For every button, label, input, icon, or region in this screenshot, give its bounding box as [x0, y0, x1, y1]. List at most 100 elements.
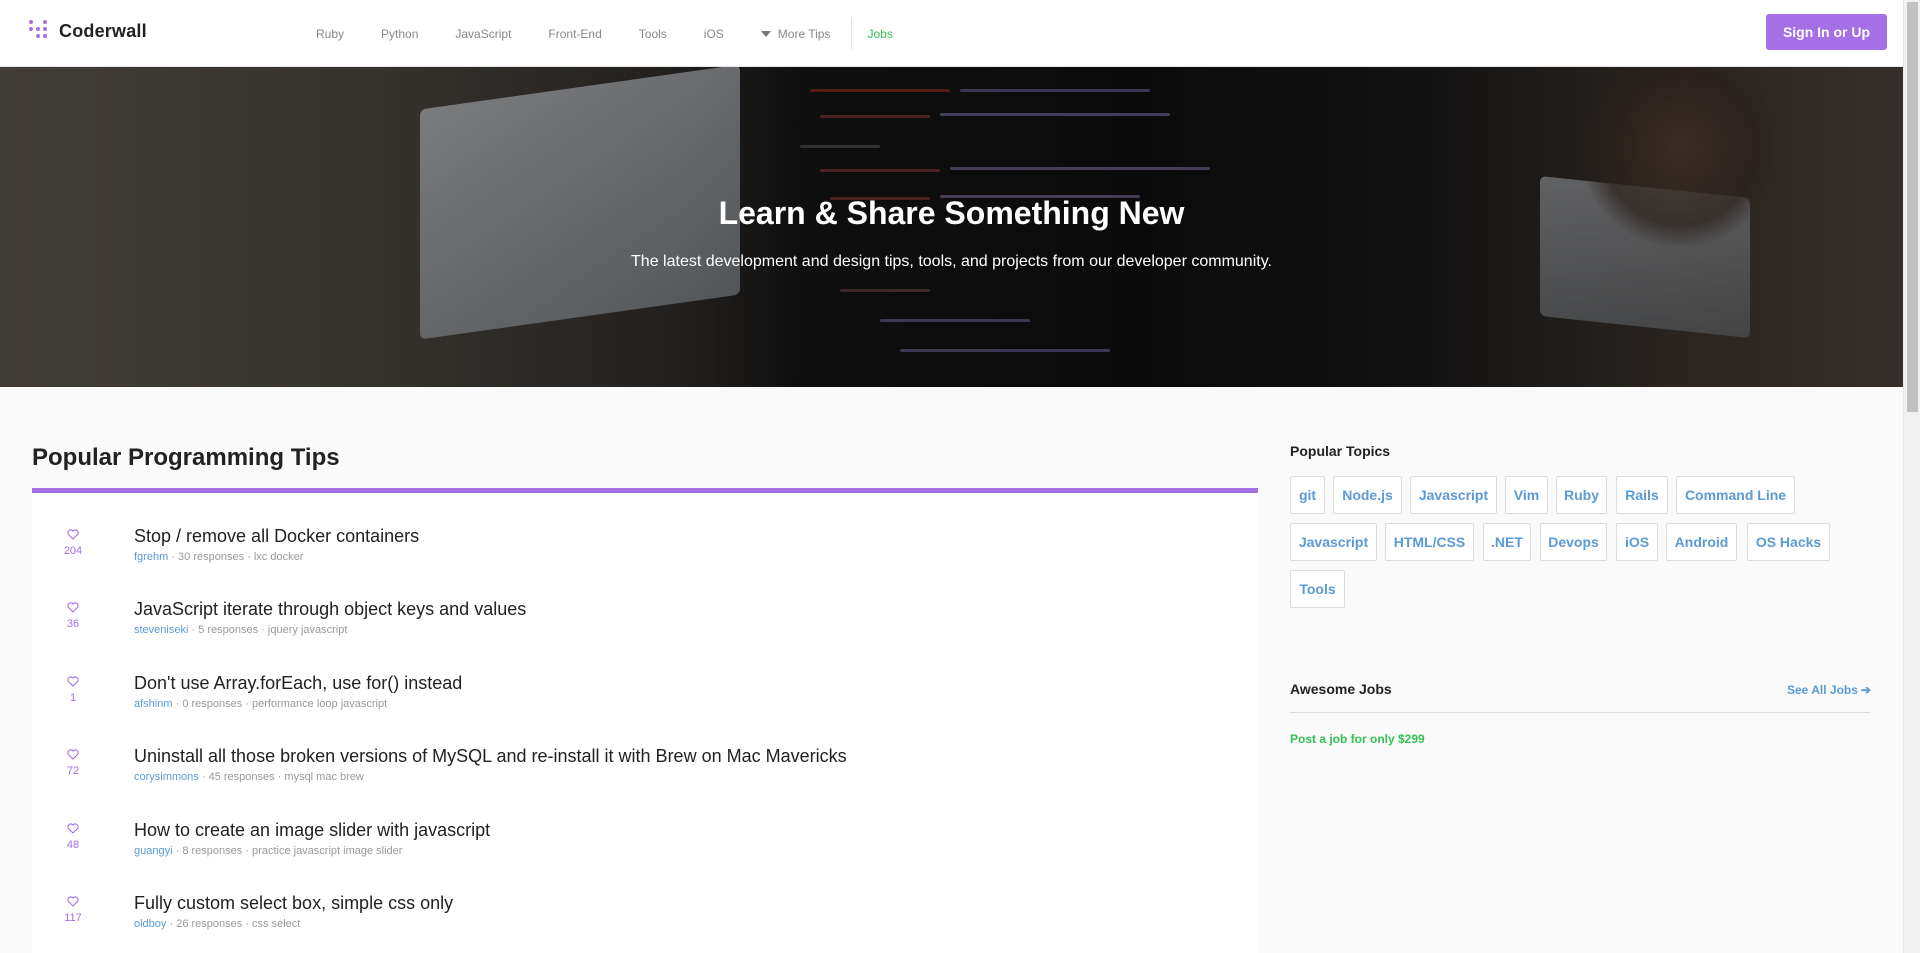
topic-tag-vim[interactable]: Vim: [1505, 476, 1548, 514]
nav-tools[interactable]: Tools: [639, 27, 667, 41]
tip-responses: 8 responses: [182, 845, 243, 857]
jobs-divider: [1290, 712, 1870, 713]
heart-icon: [67, 529, 79, 540]
tip-author[interactable]: fgrehm: [134, 551, 168, 563]
tip-responses: 0 responses: [182, 698, 243, 710]
tip-responses: 30 responses: [178, 551, 245, 563]
tip-tags: lxc docker: [253, 551, 304, 563]
tip-title[interactable]: Uninstall all those broken versions of M…: [134, 746, 847, 767]
vote-count: 117: [64, 912, 82, 924]
tip-tags: jquery javascript: [267, 624, 348, 636]
heart-icon: [67, 676, 79, 687]
vote-widget[interactable]: 36: [60, 602, 86, 630]
tip-responses: 26 responses: [176, 918, 243, 930]
logo-text: Coderwall: [59, 20, 147, 41]
topic-tag-android[interactable]: Android: [1666, 523, 1737, 561]
tip-author[interactable]: guangyi: [134, 845, 173, 857]
tip-item: 48 How to create an image slider with ja…: [32, 820, 1258, 883]
logo[interactable]: Coderwall: [29, 20, 147, 42]
tip-tags: practice javascript image slider: [252, 845, 403, 857]
topic-tag-javascript[interactable]: Javascript: [1410, 476, 1497, 514]
popular-topics-title: Popular Topics: [1290, 443, 1391, 459]
topic-tag-command-line[interactable]: Command Line: [1676, 476, 1795, 514]
vote-count: 204: [63, 545, 83, 557]
vote-widget[interactable]: 72: [60, 749, 86, 777]
arrow-right-icon: ➔: [1860, 683, 1871, 697]
topic-tag-tools[interactable]: Tools: [1290, 570, 1345, 608]
tip-author[interactable]: oldboy: [134, 918, 166, 930]
vote-widget[interactable]: 117: [60, 896, 86, 924]
hero-banner: Learn & Share Something New The latest d…: [0, 67, 1903, 387]
tip-tags: css select: [252, 918, 301, 930]
vote-count: 48: [66, 839, 80, 851]
tip-list: 204 Stop / remove all Docker containers …: [32, 493, 1258, 953]
tip-title[interactable]: Stop / remove all Docker containers: [134, 526, 419, 547]
tip-title[interactable]: JavaScript iterate through object keys a…: [134, 599, 526, 620]
sign-in-button[interactable]: Sign In or Up: [1766, 14, 1887, 50]
heart-icon: [67, 749, 79, 760]
tip-responses: 45 responses: [208, 771, 275, 783]
topic-tag-ruby[interactable]: Ruby: [1556, 476, 1607, 514]
nav-more-tips[interactable]: More Tips: [760, 26, 831, 41]
hero-title: Learn & Share Something New: [718, 195, 1185, 231]
logo-dots-icon: [29, 20, 51, 42]
topic-tag-git[interactable]: git: [1290, 476, 1325, 514]
vote-widget[interactable]: 1: [60, 676, 86, 704]
topic-tag-javascript-2[interactable]: Javascript: [1290, 523, 1377, 561]
tip-meta: corysimmons · 45 responses · mysql mac b…: [134, 771, 364, 783]
top-header: Coderwall Ruby Python JavaScript Front-E…: [0, 0, 1903, 67]
vote-count: 1: [69, 692, 77, 704]
vote-count: 72: [66, 765, 80, 777]
post-job-link[interactable]: Post a job for only $299: [1290, 732, 1425, 746]
topic-tag-ios[interactable]: iOS: [1616, 523, 1658, 561]
topic-tag-rails[interactable]: Rails: [1616, 476, 1668, 514]
heart-icon: [67, 823, 79, 834]
nav-python[interactable]: Python: [381, 27, 418, 41]
tip-tags: performance loop javascript: [252, 698, 388, 710]
scrollbar-thumb[interactable]: [1907, 2, 1918, 412]
tip-item: 1 Don't use Array.forEach, use for() ins…: [32, 673, 1258, 736]
vote-widget[interactable]: 48: [60, 823, 86, 851]
topic-tag-html-css[interactable]: HTML/CSS: [1385, 523, 1474, 561]
more-tips-label: More Tips: [777, 26, 831, 41]
main-nav: Ruby Python JavaScript Front-End Tools i…: [316, 0, 930, 67]
hero-subtitle: The latest development and design tips, …: [631, 253, 1272, 270]
heart-icon: [67, 896, 79, 907]
tip-title[interactable]: How to create an image slider with javas…: [134, 820, 490, 841]
see-all-jobs-link[interactable]: See All Jobs ➔: [1787, 683, 1871, 697]
tip-meta: guangyi · 8 responses · practice javascr…: [134, 845, 403, 857]
topic-tag-os-hacks[interactable]: OS Hacks: [1747, 523, 1830, 561]
caret-down-icon: [760, 30, 771, 37]
tip-meta: afshinm · 0 responses · performance loop…: [134, 698, 388, 710]
topic-tag-nodejs[interactable]: Node.js: [1333, 476, 1402, 514]
tip-item: 72 Uninstall all those broken versions o…: [32, 746, 1258, 809]
tip-title[interactable]: Don't use Array.forEach, use for() inste…: [134, 673, 462, 694]
nav-javascript[interactable]: JavaScript: [455, 27, 511, 41]
page-scrollbar[interactable]: [1903, 0, 1920, 953]
nav-ios[interactable]: iOS: [704, 27, 724, 41]
topic-tag-dotnet[interactable]: .NET: [1483, 523, 1531, 561]
tip-meta: fgrehm · 30 responses · lxc docker: [134, 551, 304, 563]
vote-count: 36: [66, 618, 80, 630]
tip-tags: mysql mac brew: [284, 771, 364, 783]
nav-divider: [851, 17, 853, 50]
tip-meta: steveniseki · 5 responses · jquery javas…: [134, 624, 348, 636]
tip-item: 117 Fully custom select box, simple css …: [32, 893, 1258, 953]
tip-item: 204 Stop / remove all Docker containers …: [32, 526, 1258, 589]
tip-author[interactable]: steveniseki: [134, 624, 188, 636]
tip-item: 36 JavaScript iterate through object key…: [32, 599, 1258, 662]
tip-author[interactable]: afshinm: [134, 698, 173, 710]
tip-meta: oldboy · 26 responses · css select: [134, 918, 301, 930]
nav-ruby[interactable]: Ruby: [316, 27, 344, 41]
tip-author[interactable]: corysimmons: [134, 771, 199, 783]
heart-icon: [67, 602, 79, 613]
section-title: Popular Programming Tips: [32, 444, 340, 471]
tip-title[interactable]: Fully custom select box, simple css only: [134, 893, 453, 914]
nav-front-end[interactable]: Front-End: [548, 27, 601, 41]
see-all-jobs-label: See All Jobs: [1787, 683, 1858, 697]
awesome-jobs-title: Awesome Jobs: [1290, 681, 1392, 697]
nav-jobs[interactable]: Jobs: [867, 27, 892, 41]
tip-responses: 5 responses: [198, 624, 259, 636]
vote-widget[interactable]: 204: [60, 529, 86, 557]
topic-tag-devops[interactable]: Devops: [1540, 523, 1607, 561]
